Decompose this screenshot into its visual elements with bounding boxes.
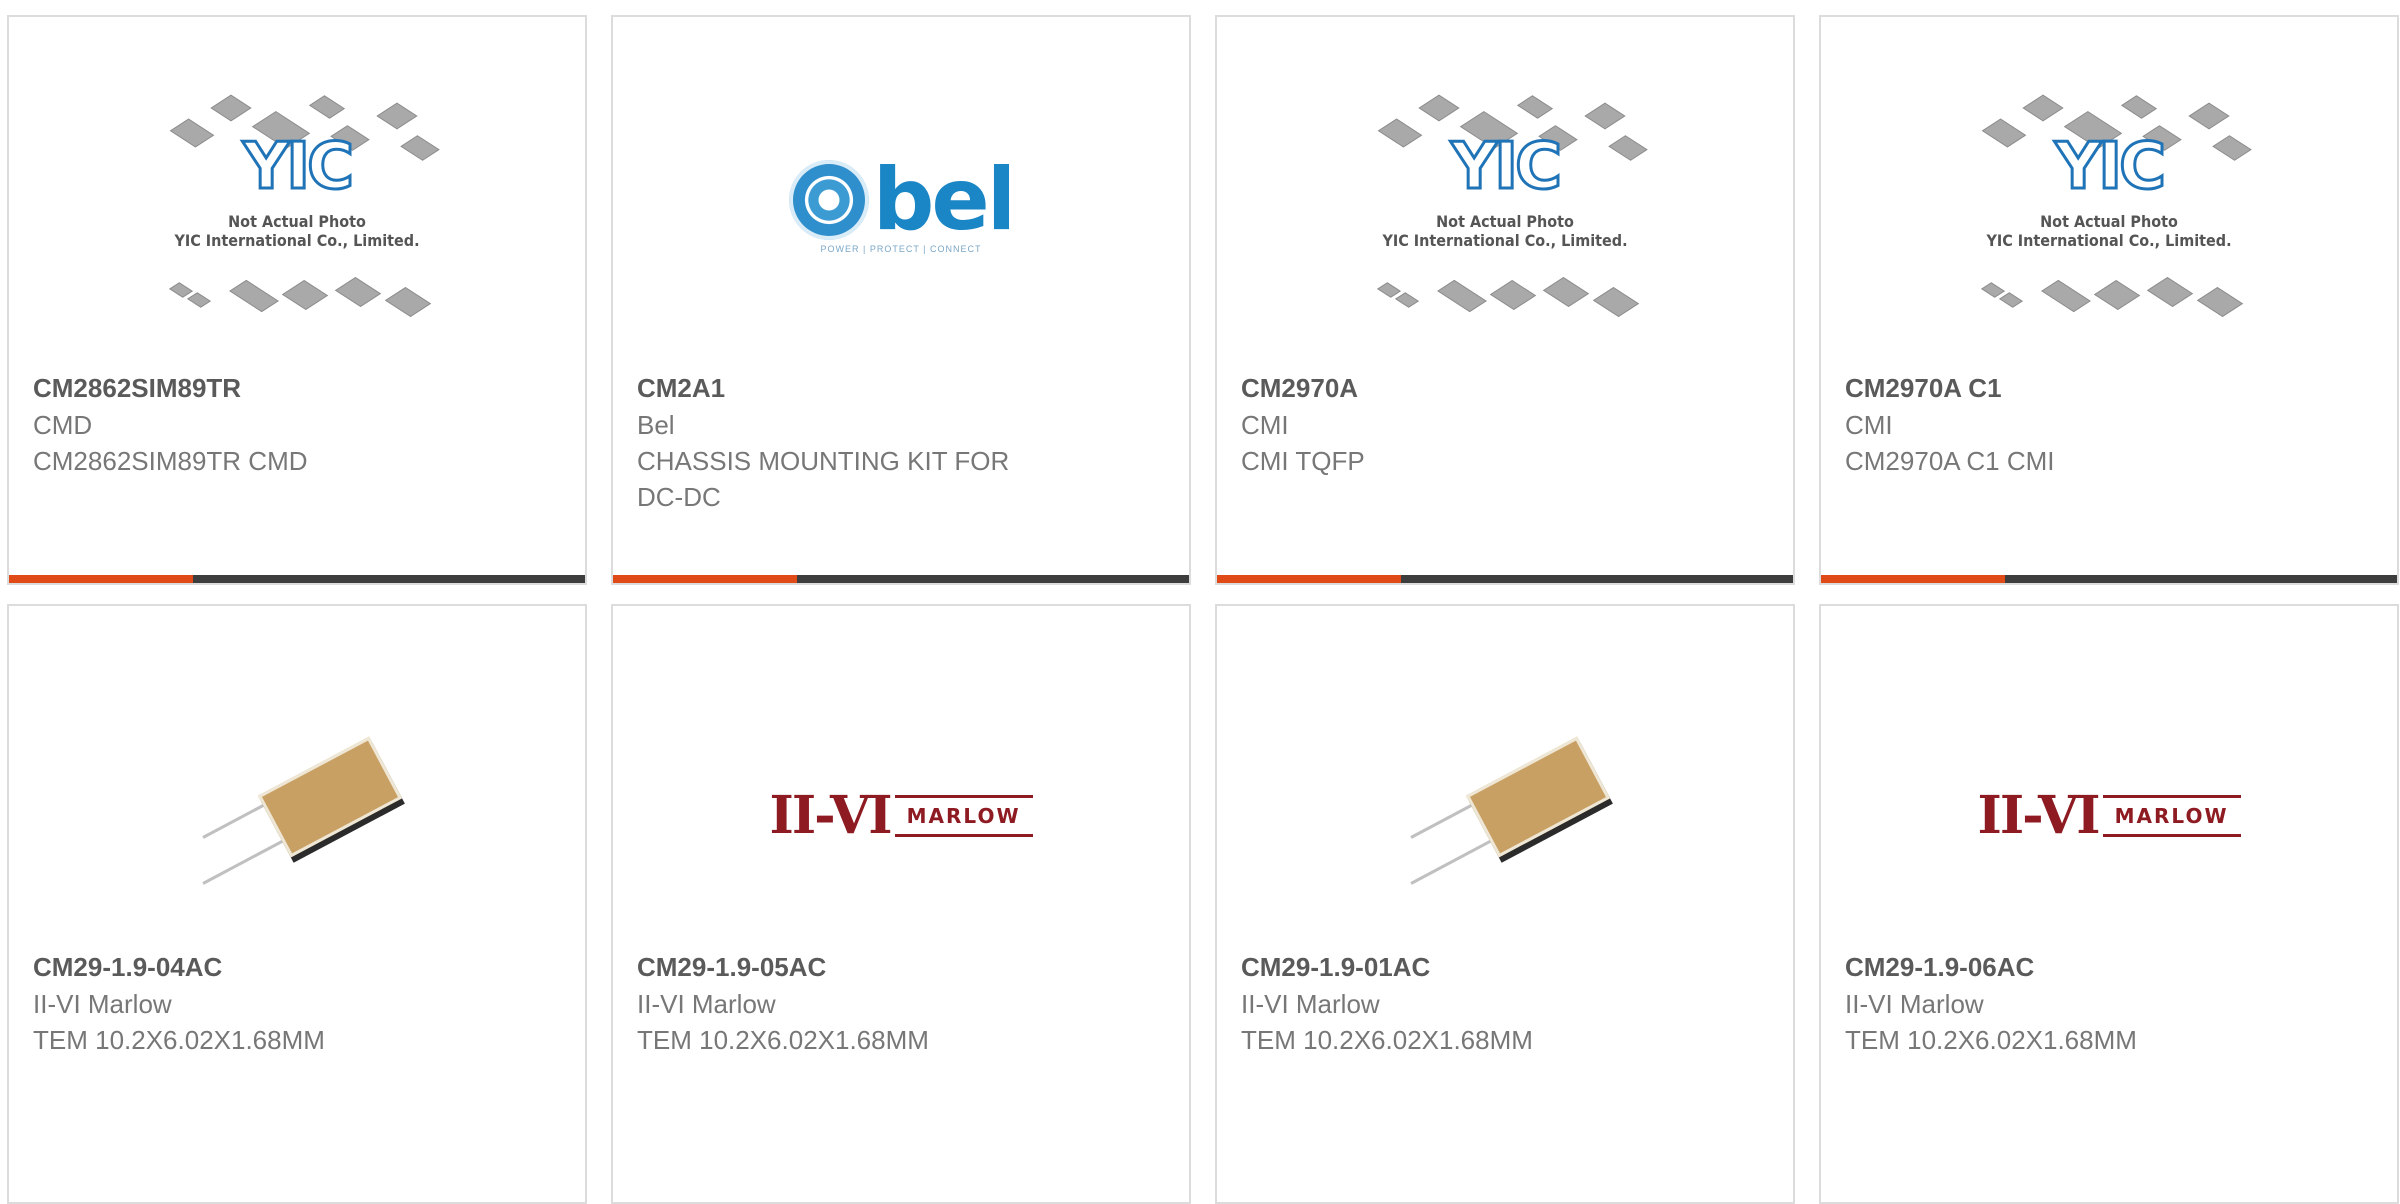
description: TEM 10.2X6.02X1.68MM	[1845, 1025, 2137, 1055]
description: CMI TQFP	[1241, 446, 1365, 476]
product-info: CM29-1.9-05AC II-VI Marlow TEM 10.2X6.02…	[637, 949, 1165, 1058]
product-info: CM29-1.9-04AC II-VI Marlow TEM 10.2X6.02…	[33, 949, 561, 1058]
product-info: CM29-1.9-06AC II-VI Marlow TEM 10.2X6.02…	[1845, 949, 2373, 1058]
manufacturer: CMD	[33, 410, 93, 440]
tem-module-photo	[1405, 706, 1611, 926]
manufacturer: CMI	[1241, 410, 1289, 440]
part-number[interactable]: CM29-1.9-01AC	[1241, 949, 1769, 986]
manufacturer: CMI	[1845, 410, 1893, 440]
product-card[interactable]: CM29-1.9-04AC II-VI Marlow TEM 10.2X6.02…	[7, 604, 587, 1204]
product-image[interactable]: II-VI MARLOW	[613, 656, 1189, 976]
yic-logo: YIC	[2053, 129, 2167, 206]
product-info: CM2970A CMI CMI TQFP	[1241, 370, 1769, 479]
part-number[interactable]: CM2970A C1	[1845, 370, 2373, 407]
card-bar	[1821, 575, 2397, 583]
product-card[interactable]: II-VI MARLOW CM29-1.9-06AC II-VI Marlow …	[1819, 604, 2399, 1204]
product-image[interactable]: YIC Not Actual Photo YIC International C…	[1217, 47, 1793, 367]
card-bar	[613, 575, 1189, 583]
description: CM2862SIM89TR CMD	[33, 446, 308, 476]
manufacturer: Bel	[637, 410, 675, 440]
product-image[interactable]: II-VI MARLOW	[1821, 656, 2397, 976]
yic-logo: YIC	[241, 129, 355, 206]
product-image[interactable]: YIC Not Actual Photo YIC International C…	[1821, 47, 2397, 367]
tem-module-photo	[197, 706, 403, 926]
image-note: Not Actual Photo YIC International Co., …	[174, 212, 420, 250]
bel-burst-icon	[788, 160, 869, 240]
product-card[interactable]: YIC Not Actual Photo YIC International C…	[1819, 15, 2399, 585]
product-image[interactable]: bel POWER | PROTECT | CONNECT	[613, 47, 1189, 367]
ii-vi-marlow-logo: II-VI MARLOW	[770, 790, 1033, 842]
manufacturer: II-VI Marlow	[33, 989, 172, 1019]
product-image[interactable]	[1217, 656, 1793, 976]
yic-placeholder-image: YIC Not Actual Photo YIC International C…	[1365, 72, 1648, 342]
card-bar	[1217, 575, 1793, 583]
part-number[interactable]: CM2862SIM89TR	[33, 370, 561, 407]
description: CM2970A C1 CMI	[1845, 446, 2055, 476]
image-note: Not Actual Photo YIC International Co., …	[1986, 212, 2232, 250]
yic-logo: YIC	[1449, 129, 1563, 206]
manufacturer: II-VI Marlow	[637, 989, 776, 1019]
ii-vi-marlow-logo: II-VI MARLOW	[1978, 790, 2241, 842]
image-note: Not Actual Photo YIC International Co., …	[1382, 212, 1628, 250]
description: TEM 10.2X6.02X1.68MM	[33, 1025, 325, 1055]
bel-logo: bel POWER | PROTECT | CONNECT	[788, 157, 1016, 254]
product-grid: YIC Not Actual Photo YIC International C…	[0, 0, 2400, 1204]
part-number[interactable]: CM2970A	[1241, 370, 1769, 407]
part-number[interactable]: CM29-1.9-05AC	[637, 949, 1165, 986]
product-image[interactable]	[9, 656, 585, 976]
part-number[interactable]: CM2A1	[637, 370, 1165, 407]
description: CHASSIS MOUNTING KIT FOR DC-DC	[637, 446, 1010, 512]
part-number[interactable]: CM29-1.9-04AC	[33, 949, 561, 986]
product-card[interactable]: CM29-1.9-01AC II-VI Marlow TEM 10.2X6.02…	[1215, 604, 1795, 1204]
card-bar-accent	[1821, 575, 2006, 583]
product-info: CM29-1.9-01AC II-VI Marlow TEM 10.2X6.02…	[1241, 949, 1769, 1058]
product-info: CM2A1 Bel CHASSIS MOUNTING KIT FOR DC-DC	[637, 370, 1165, 515]
yic-placeholder-image: YIC Not Actual Photo YIC International C…	[1969, 72, 2252, 342]
card-bar	[9, 575, 585, 583]
product-card[interactable]: YIC Not Actual Photo YIC International C…	[7, 15, 587, 585]
yic-placeholder-image: YIC Not Actual Photo YIC International C…	[157, 72, 440, 342]
product-card[interactable]: II-VI MARLOW CM29-1.9-05AC II-VI Marlow …	[611, 604, 1191, 1204]
manufacturer: II-VI Marlow	[1845, 989, 1984, 1019]
manufacturer: II-VI Marlow	[1241, 989, 1380, 1019]
product-card[interactable]: YIC Not Actual Photo YIC International C…	[1215, 15, 1795, 585]
part-number[interactable]: CM29-1.9-06AC	[1845, 949, 2373, 986]
description: TEM 10.2X6.02X1.68MM	[637, 1025, 929, 1055]
description: TEM 10.2X6.02X1.68MM	[1241, 1025, 1533, 1055]
card-bar-accent	[1217, 575, 1402, 583]
product-info: CM2862SIM89TR CMD CM2862SIM89TR CMD	[33, 370, 561, 479]
card-bar-accent	[9, 575, 194, 583]
product-info: CM2970A C1 CMI CM2970A C1 CMI	[1845, 370, 2373, 479]
product-card[interactable]: bel POWER | PROTECT | CONNECT CM2A1 Bel …	[611, 15, 1191, 585]
card-bar-accent	[613, 575, 798, 583]
product-image[interactable]: YIC Not Actual Photo YIC International C…	[9, 47, 585, 367]
